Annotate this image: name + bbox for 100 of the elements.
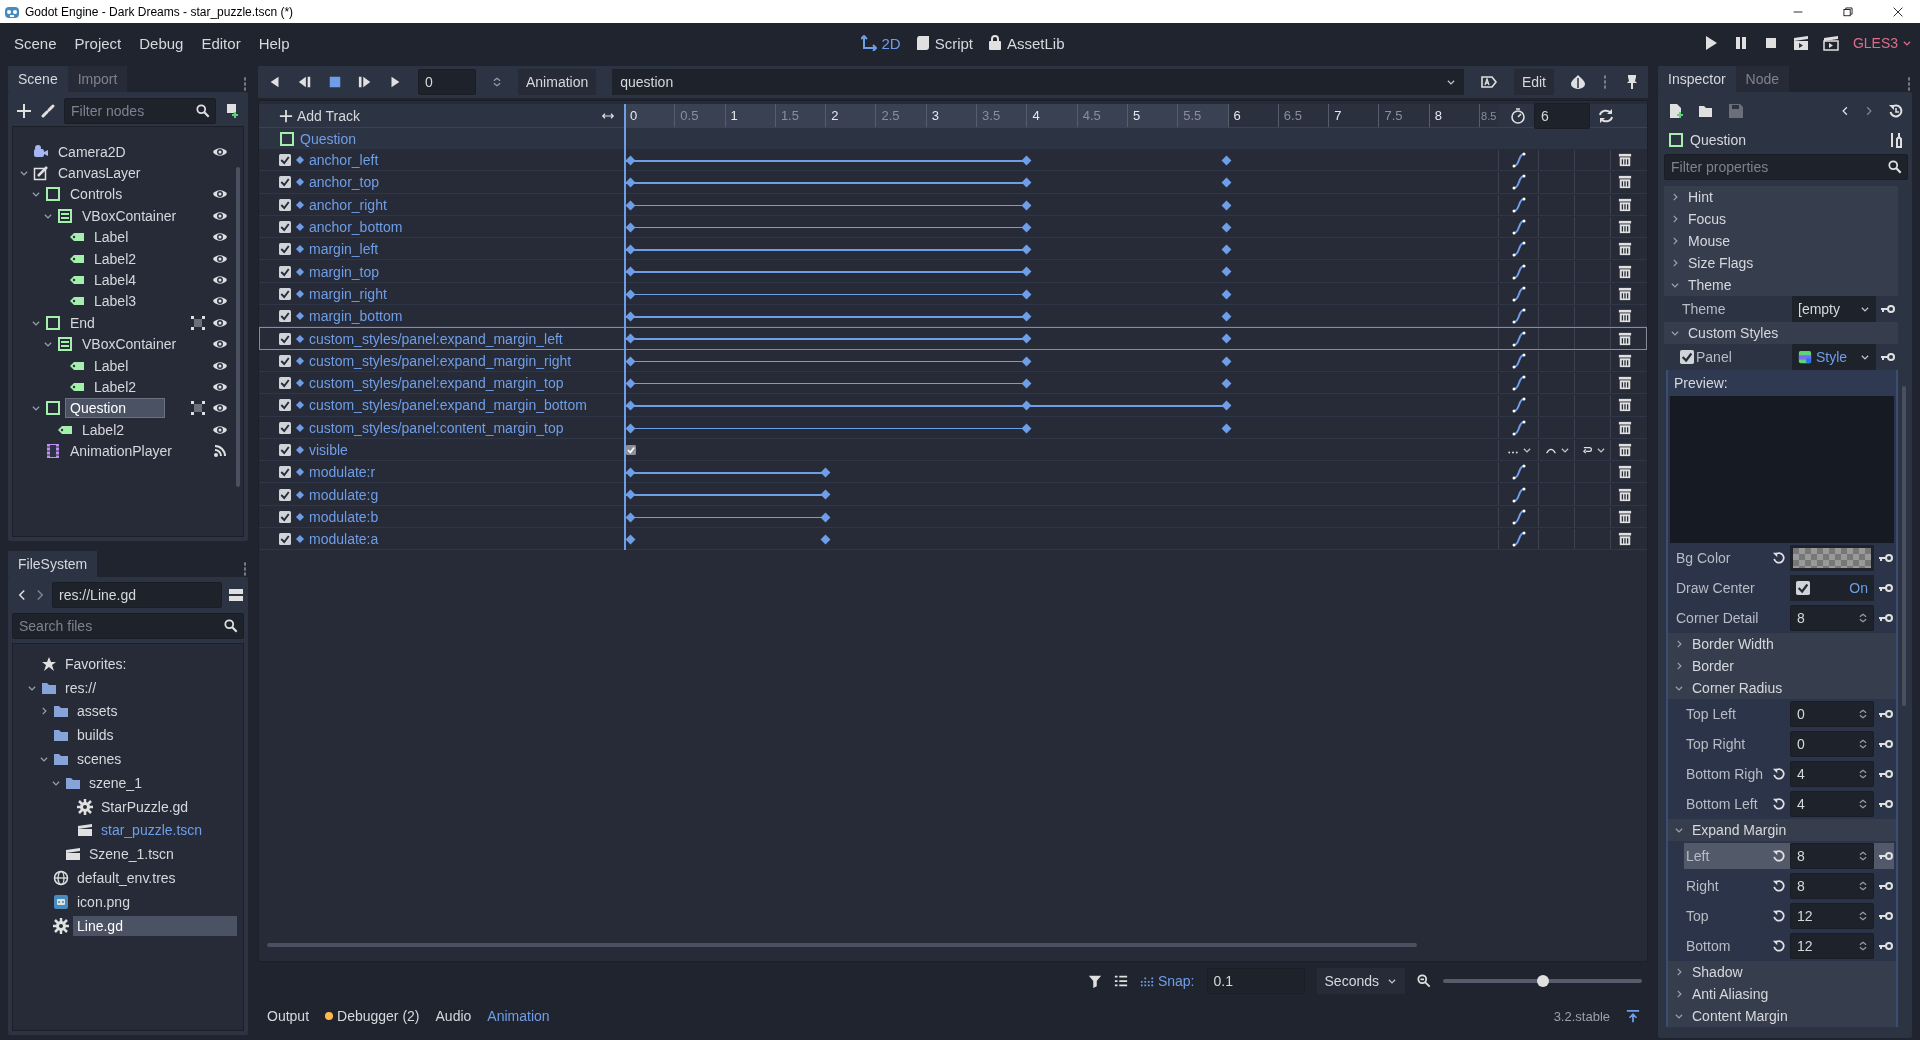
revert-icon[interactable] bbox=[1772, 879, 1786, 893]
back-icon[interactable] bbox=[1840, 104, 1850, 118]
track-name[interactable]: visible bbox=[309, 442, 348, 458]
scene-tree-item[interactable]: Label bbox=[89, 355, 134, 376]
interpolation-curve-icon[interactable] bbox=[1510, 486, 1527, 503]
workspace-tab[interactable]: 2D bbox=[861, 34, 901, 52]
delete-icon[interactable] bbox=[1617, 509, 1632, 524]
interpolation-curve-icon[interactable] bbox=[1510, 285, 1527, 302]
checkbox[interactable] bbox=[1680, 350, 1694, 364]
checkbox[interactable]: On bbox=[1790, 575, 1874, 601]
expand-caret-icon[interactable] bbox=[1674, 989, 1684, 999]
menu-item[interactable]: Project bbox=[74, 34, 131, 52]
dock-tab[interactable]: Scene bbox=[8, 66, 68, 92]
interpolation-curve-icon[interactable] bbox=[1510, 464, 1527, 481]
spinner-arrows-icon[interactable] bbox=[1858, 879, 1868, 893]
search-icon[interactable] bbox=[1888, 160, 1902, 174]
filter-field[interactable]: Filter nodes bbox=[64, 98, 216, 124]
scene-tree-item[interactable]: Label bbox=[89, 227, 134, 248]
scene-tree-item[interactable]: Label2 bbox=[89, 248, 142, 269]
section-header[interactable]: Shadow bbox=[1692, 964, 1743, 980]
number-field[interactable]: 8 bbox=[1790, 605, 1874, 631]
track-name[interactable]: custom_styles/panel:expand_margin_bottom bbox=[309, 397, 587, 414]
track-group-name[interactable]: Question bbox=[300, 130, 357, 147]
track-row[interactable]: custom_styles/panel:expand_margin_bottom bbox=[259, 394, 1647, 417]
checkbox[interactable] bbox=[279, 354, 291, 367]
scene-tree-item[interactable]: Label2 bbox=[89, 377, 142, 397]
file-tree-item[interactable]: star_puzzle.tscn bbox=[97, 820, 237, 841]
tools-icon[interactable] bbox=[1888, 132, 1904, 148]
dropdown-caret-icon[interactable] bbox=[1387, 976, 1397, 986]
dock-tab[interactable]: FileSystem bbox=[8, 551, 98, 577]
spinner-arrows-icon[interactable] bbox=[1858, 849, 1868, 863]
bottom-panel-tab[interactable]: Audio bbox=[435, 1008, 472, 1024]
expand-caret-icon[interactable] bbox=[1670, 236, 1680, 246]
dropdown-caret-icon[interactable] bbox=[1595, 445, 1606, 455]
interpolation-curve-icon[interactable] bbox=[1510, 241, 1527, 258]
expand-caret-icon[interactable] bbox=[1670, 214, 1680, 224]
delete-icon[interactable] bbox=[1617, 376, 1632, 391]
edit-button[interactable]: Edit bbox=[1513, 69, 1554, 95]
dropdown-caret-icon[interactable] bbox=[1521, 445, 1532, 455]
checkbox[interactable] bbox=[279, 198, 291, 211]
track-row[interactable]: modulate:g bbox=[259, 483, 1647, 506]
new-resource-icon[interactable] bbox=[1668, 103, 1684, 119]
autoplay-icon[interactable] bbox=[1479, 74, 1498, 90]
checkbox[interactable] bbox=[279, 176, 291, 189]
track-name[interactable]: anchor_top bbox=[309, 174, 380, 191]
interpolation-curve-icon[interactable] bbox=[1510, 308, 1527, 325]
track-row[interactable]: anchor_top bbox=[259, 171, 1647, 194]
scene-tree-item[interactable]: End bbox=[65, 312, 100, 333]
track-name[interactable]: margin_left bbox=[309, 241, 379, 258]
bottom-panel-tab[interactable]: Output bbox=[267, 1008, 310, 1024]
group-icon[interactable] bbox=[190, 314, 206, 331]
revert-icon[interactable] bbox=[1772, 797, 1786, 811]
revert-icon[interactable] bbox=[1772, 909, 1786, 923]
section-header[interactable]: Border bbox=[1692, 658, 1735, 674]
dropdown-caret-icon[interactable] bbox=[1860, 304, 1870, 314]
save-icon[interactable] bbox=[1728, 103, 1744, 119]
workspace-tab[interactable]: Script bbox=[914, 34, 973, 52]
time-field[interactable]: 0 bbox=[418, 69, 476, 95]
track-row[interactable]: modulate:b bbox=[259, 505, 1647, 529]
menu-item[interactable]: Debug bbox=[139, 34, 193, 52]
track-name[interactable]: modulate:g bbox=[309, 486, 379, 503]
close-button[interactable] bbox=[1892, 6, 1903, 17]
track-name[interactable]: anchor_right bbox=[309, 196, 387, 213]
keyframe[interactable] bbox=[626, 444, 636, 455]
snap-field[interactable]: 0.1 bbox=[1206, 968, 1305, 994]
delete-icon[interactable] bbox=[1617, 220, 1632, 235]
more-icon[interactable] bbox=[242, 76, 248, 92]
history-icon[interactable] bbox=[1888, 103, 1904, 119]
bottom-panel-tab[interactable]: Animation bbox=[487, 1008, 550, 1024]
delete-icon[interactable] bbox=[1617, 331, 1632, 346]
track-name[interactable]: margin_bottom bbox=[309, 308, 403, 325]
scene-tree-item[interactable]: Label2 bbox=[77, 419, 130, 440]
checkbox[interactable] bbox=[279, 444, 291, 456]
number-field[interactable]: 8 bbox=[1790, 873, 1874, 899]
path-field[interactable]: res://Line.gd bbox=[52, 582, 222, 608]
interpolation-curve-icon[interactable] bbox=[1510, 219, 1527, 236]
folder-open-icon[interactable] bbox=[1698, 103, 1714, 119]
scene-tree-item[interactable]: Controls bbox=[65, 184, 128, 205]
file-tree-item[interactable]: scenes bbox=[73, 749, 237, 770]
checkbox[interactable] bbox=[279, 466, 291, 479]
spinner-arrows-icon[interactable] bbox=[1858, 909, 1868, 923]
track-name[interactable]: anchor_left bbox=[309, 152, 379, 169]
delete-icon[interactable] bbox=[1617, 153, 1632, 168]
number-field[interactable]: 4 bbox=[1790, 791, 1874, 817]
interpolation-curve-icon[interactable] bbox=[1510, 152, 1527, 169]
color-swatch[interactable] bbox=[1793, 548, 1871, 568]
bottom-panel-tab[interactable]: Debugger (2) bbox=[325, 1008, 420, 1024]
expand-caret-icon[interactable] bbox=[1670, 258, 1680, 268]
track-row[interactable]: custom_styles/panel:expand_margin_right bbox=[259, 349, 1647, 372]
delete-icon[interactable] bbox=[1617, 286, 1632, 301]
track-name[interactable]: custom_styles/panel:content_margin_top bbox=[309, 419, 564, 436]
collapse-caret-icon[interactable] bbox=[1670, 280, 1680, 290]
file-tree-item[interactable]: default_env.tres bbox=[73, 868, 237, 889]
track-row[interactable]: custom_styles/panel:expand_margin_top bbox=[259, 371, 1647, 395]
interpolation-curve-icon[interactable] bbox=[1510, 352, 1527, 369]
interpolation-curve-icon[interactable] bbox=[1510, 196, 1527, 213]
track-name[interactable]: margin_right bbox=[309, 285, 387, 302]
forward-icon[interactable] bbox=[1864, 104, 1874, 118]
section-header[interactable]: Mouse bbox=[1688, 233, 1731, 249]
track-row[interactable]: anchor_right bbox=[259, 193, 1647, 216]
